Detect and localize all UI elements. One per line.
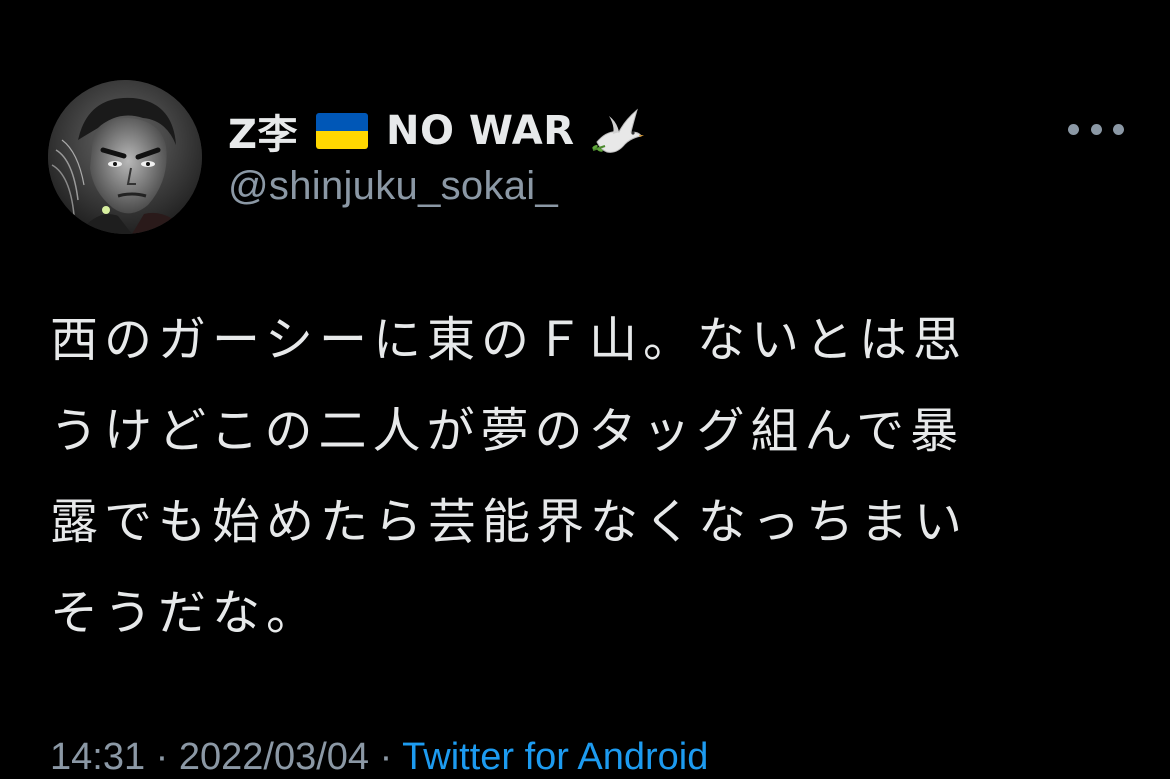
flag-yellow-stripe	[316, 131, 369, 149]
display-name-row[interactable]: Z李 NO WAR	[228, 100, 645, 162]
tweet-source-link[interactable]: Twitter for Android	[402, 736, 708, 778]
more-horizontal-icon-dot	[1113, 123, 1124, 135]
ukraine-flag-icon	[316, 113, 369, 149]
display-name[interactable]: Z李	[228, 102, 298, 160]
more-horizontal-icon-dot	[1068, 123, 1079, 135]
tweet-text: 西のガーシーに東のＦ山。ないとは思 うけどこの二人が夢のタッグ組んで暴 露でも始…	[50, 295, 1120, 659]
tweet-text-line: 露でも始めたら芸能界なくなっちまい	[50, 494, 969, 550]
author-info[interactable]: Z李 NO WAR @shinjuku_sokai_	[228, 100, 645, 209]
tweet-card: Z李 NO WAR @shinjuku_sokai_ 西のガーシーに東のＦ山。な…	[0, 0, 1170, 778]
tweet-text-line: 西のガーシーに東のＦ山。ないとは思	[50, 312, 968, 368]
more-options-button[interactable]	[1068, 112, 1124, 146]
more-horizontal-icon-dot	[1090, 123, 1102, 135]
avatar[interactable]	[48, 80, 202, 234]
tweet-timestamp[interactable]: 14:31 · 2022/03/04 ·	[50, 736, 402, 778]
flag-blue-stripe	[316, 113, 369, 131]
tweet-text-line: そうだな。	[50, 585, 321, 641]
tweet-text-line: うけどこの二人が夢のタッグ組んで暴	[50, 403, 965, 459]
tweet-meta: 14:31 · 2022/03/04 · Twitter for Android	[50, 736, 708, 779]
no-war-label: NO WAR	[386, 108, 575, 154]
avatar-image	[48, 80, 202, 234]
dove-icon	[587, 102, 645, 160]
user-handle[interactable]: @shinjuku_sokai_	[228, 164, 645, 209]
